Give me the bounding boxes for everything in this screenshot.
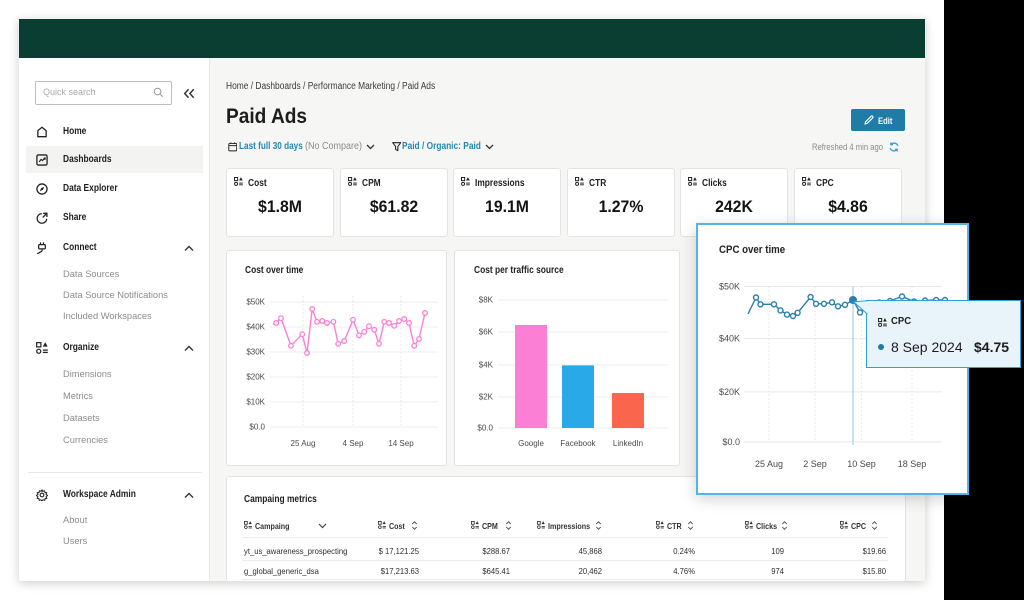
svg-text:2 Sep: 2 Sep (803, 459, 827, 469)
svg-text:25 Aug: 25 Aug (755, 459, 783, 469)
svg-text:25 Aug: 25 Aug (291, 439, 316, 448)
svg-text:LinkedIn: LinkedIn (613, 439, 643, 448)
svg-text:14 Sep: 14 Sep (388, 439, 414, 448)
svg-text:$0.0: $0.0 (249, 423, 265, 432)
svg-text:$2K: $2K (479, 393, 494, 402)
svg-text:4 Sep: 4 Sep (343, 439, 364, 448)
svg-text:$30K: $30K (246, 348, 265, 357)
svg-text:$50K: $50K (719, 282, 740, 292)
svg-text:$40K: $40K (719, 334, 740, 344)
svg-text:$20K: $20K (246, 373, 265, 382)
svg-text:18 Sep: 18 Sep (898, 459, 927, 469)
svg-text:Facebook: Facebook (560, 439, 596, 448)
svg-text:10 Sep: 10 Sep (847, 459, 876, 469)
svg-text:$20K: $20K (719, 387, 740, 397)
svg-text:$40K: $40K (246, 323, 265, 332)
svg-text:$8K: $8K (479, 296, 494, 305)
svg-text:$50K: $50K (246, 298, 265, 307)
svg-text:$6K: $6K (479, 328, 494, 337)
svg-text:$4K: $4K (479, 361, 494, 370)
svg-text:$0.0: $0.0 (722, 437, 740, 447)
svg-text:$0.0: $0.0 (477, 424, 493, 433)
svg-text:Google: Google (518, 439, 544, 448)
svg-text:$10K: $10K (246, 398, 265, 407)
